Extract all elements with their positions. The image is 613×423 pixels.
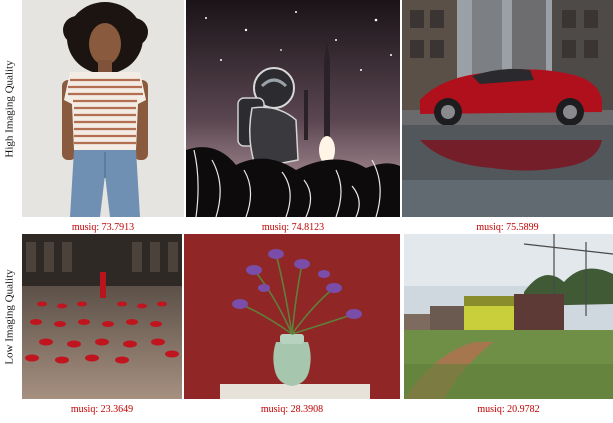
image-red-shoes-plaza	[22, 234, 182, 399]
image-red-sports-car-street	[402, 0, 613, 217]
row-label-low: Low Imaging Quality	[4, 268, 17, 365]
score-label: musiq: 74.8123	[261, 222, 325, 233]
score-label: musiq: 75.5899	[476, 222, 539, 233]
image-woman-striped-tshirt	[22, 0, 184, 217]
score-label: musiq: 20.9782	[477, 404, 540, 415]
image-train-countryside	[404, 234, 613, 399]
score-label: musiq: 23.3649	[70, 404, 134, 415]
image-astronaut-rocket-illustration	[186, 0, 400, 217]
row-label-high: High Imaging Quality	[4, 59, 16, 158]
score-label: musiq: 28.3908	[260, 404, 324, 415]
image-iris-vase-red-wall	[184, 234, 400, 399]
score-label: musiq: 73.7913	[71, 222, 135, 233]
